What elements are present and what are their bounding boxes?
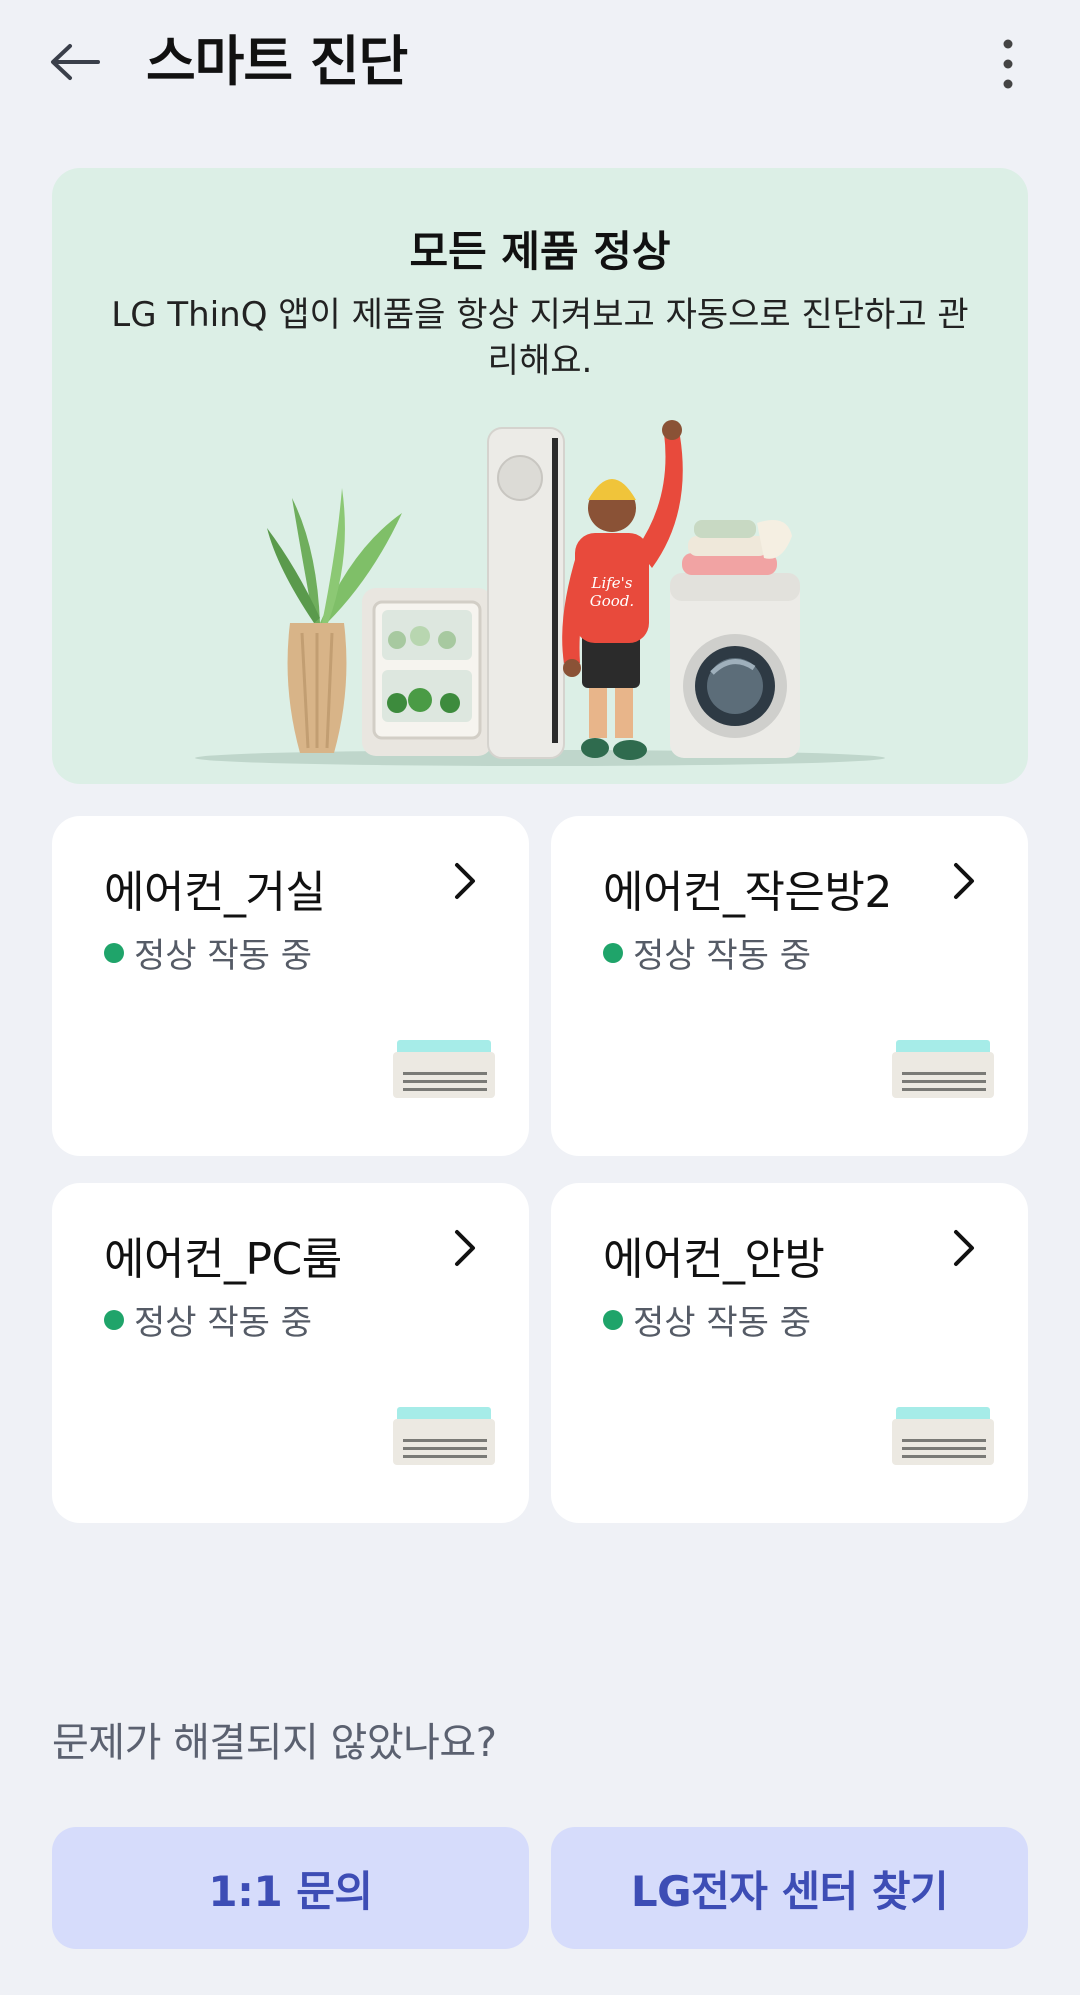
appliances-illustration: Life's Good. xyxy=(195,420,885,766)
back-button[interactable] xyxy=(40,28,108,96)
app-header: 스마트 진단 xyxy=(0,0,1080,126)
device-status: 정상 작동 중 xyxy=(104,1295,312,1344)
status-indicator-dot xyxy=(603,942,623,963)
device-name: 에어컨_작은방2 xyxy=(603,867,892,918)
status-summary-title: 모든 제품 정상 xyxy=(409,227,671,276)
status-summary-card: 모든 제품 정상 LG ThinQ 앱이 제품을 항상 지켜보고 자동으로 진단… xyxy=(52,168,1028,784)
device-status: 정상 작동 중 xyxy=(104,928,312,977)
tower-aircon-image xyxy=(487,427,565,759)
air-conditioner-icon xyxy=(892,1040,994,1098)
status-indicator-dot xyxy=(603,1309,623,1330)
device-status-text: 정상 작동 중 xyxy=(134,936,313,976)
chevron-right-icon xyxy=(944,1223,984,1273)
device-name: 에어컨_안방 xyxy=(603,1234,825,1285)
person-image: Life's Good. xyxy=(562,420,683,760)
device-card[interactable]: 에어컨_작은방2 정상 작동 중 xyxy=(551,816,1028,1156)
plant-cabinet-image xyxy=(362,588,492,756)
chevron-right-icon xyxy=(445,1223,485,1273)
device-card[interactable]: 에어컨_PC룸 정상 작동 중 xyxy=(52,1183,529,1523)
shirt-logo-text-2: Good. xyxy=(590,592,634,610)
inquiry-button[interactable]: 1:1 문의 xyxy=(52,1827,529,1949)
status-summary-description: LG ThinQ 앱이 제품을 항상 지켜보고 자동으로 진단하고 관리해요. xyxy=(111,295,969,381)
chevron-right-icon xyxy=(445,856,485,906)
device-name: 에어컨_거실 xyxy=(104,867,326,918)
status-indicator-dot xyxy=(104,1309,124,1330)
help-question: 문제가 해결되지 않았나요? xyxy=(52,1720,497,1766)
device-status: 정상 작동 중 xyxy=(603,1295,811,1344)
device-status-text: 정상 작동 중 xyxy=(134,1303,313,1343)
washer-image xyxy=(670,519,800,758)
more-options-button[interactable] xyxy=(974,30,1042,98)
device-status: 정상 작동 중 xyxy=(603,928,811,977)
arrow-left-icon xyxy=(51,44,100,80)
air-conditioner-icon xyxy=(393,1040,495,1098)
find-service-center-button[interactable]: LG전자 센터 찾기 xyxy=(551,1827,1028,1949)
shirt-logo-text-1: Life's xyxy=(590,574,632,592)
chevron-right-icon xyxy=(944,856,984,906)
air-conditioner-icon xyxy=(393,1407,495,1465)
device-status-text: 정상 작동 중 xyxy=(633,936,812,976)
status-indicator-dot xyxy=(104,942,124,963)
device-card[interactable]: 에어컨_안방 정상 작동 중 xyxy=(551,1183,1028,1523)
page-title: 스마트 진단 xyxy=(146,30,408,93)
device-status-text: 정상 작동 중 xyxy=(633,1303,812,1343)
device-name: 에어컨_PC룸 xyxy=(104,1234,342,1285)
device-card[interactable]: 에어컨_거실 정상 작동 중 xyxy=(52,816,529,1156)
more-vertical-icon xyxy=(1003,39,1013,89)
air-conditioner-icon xyxy=(892,1407,994,1465)
